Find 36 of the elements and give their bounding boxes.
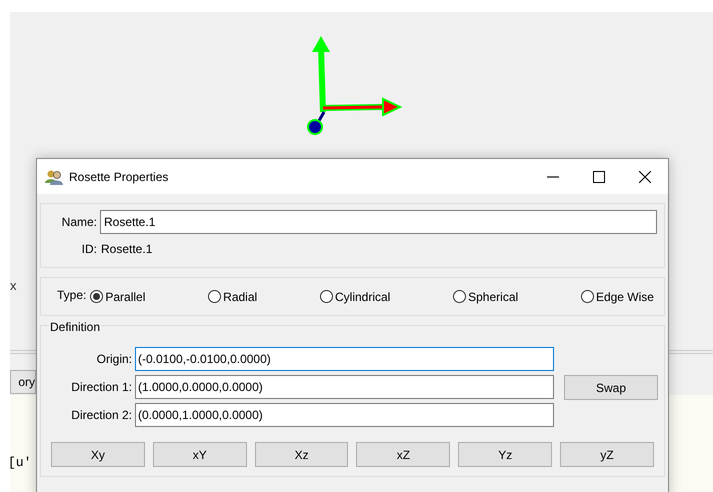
radio-button[interactable] xyxy=(208,290,222,303)
coordinate-input[interactable]: (1.0000,0.0000,0.0000) xyxy=(135,375,554,399)
radio-option[interactable]: Edge Wise xyxy=(580,288,654,306)
coordinate-input[interactable]: (0.0000,1.0000,0.0000) xyxy=(135,403,554,427)
plane-button[interactable]: Xy xyxy=(51,442,145,467)
radio-button[interactable] xyxy=(320,290,333,303)
radio-button[interactable] xyxy=(90,290,104,303)
radio-option[interactable]: Parallel xyxy=(90,288,146,306)
field-label: Direction 2: xyxy=(70,407,133,424)
plane-button[interactable]: yZ xyxy=(560,442,654,467)
window-title: Rosette Properties xyxy=(69,168,168,186)
minimize-icon xyxy=(547,176,559,178)
type-label: Type: xyxy=(57,286,86,304)
maximize-icon xyxy=(593,170,605,182)
radio-button[interactable] xyxy=(453,290,466,303)
radio-button[interactable] xyxy=(580,290,594,303)
radio-option[interactable]: Cylindrical xyxy=(320,288,390,306)
plane-button[interactable]: Xz xyxy=(254,442,348,467)
console-text: [u' xyxy=(8,454,32,472)
id-value: Rosette.1 xyxy=(100,241,152,258)
field-label: Direction 1: xyxy=(70,379,133,396)
panel-tab[interactable]: ory xyxy=(10,370,36,394)
axis-label: x xyxy=(10,277,16,295)
plane-button[interactable]: xY xyxy=(152,442,247,467)
swap-button[interactable]: Swap xyxy=(564,375,658,400)
radio-option[interactable]: Spherical xyxy=(453,288,518,306)
plane-button[interactable]: xZ xyxy=(356,442,450,467)
id-label: ID: xyxy=(80,241,98,258)
radio-option[interactable]: Radial xyxy=(208,288,258,306)
close-icon xyxy=(639,170,651,182)
name-input[interactable]: Rosette.1 xyxy=(100,210,657,234)
field-label: Origin: xyxy=(96,351,133,368)
users-icon xyxy=(45,168,63,184)
name-label: Name: xyxy=(60,214,98,231)
plane-button[interactable]: Yz xyxy=(458,442,552,467)
coordinate-input[interactable]: (-0.0100,-0.0100,0.0000) xyxy=(135,347,554,371)
